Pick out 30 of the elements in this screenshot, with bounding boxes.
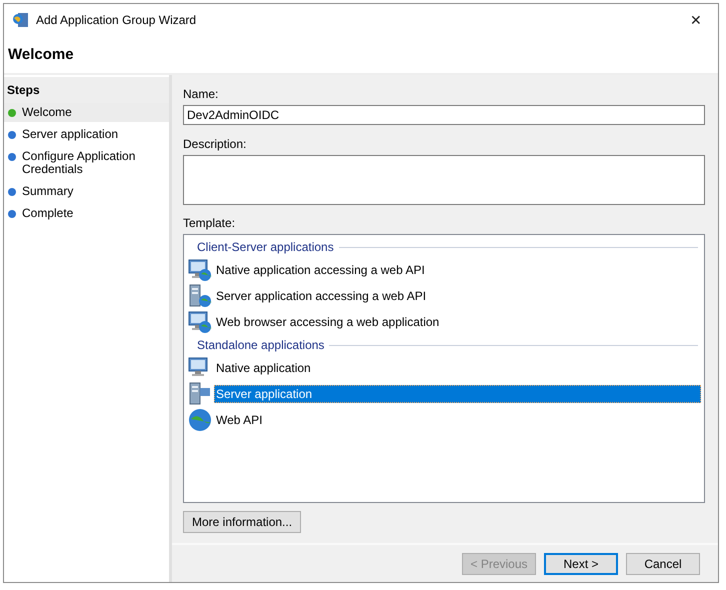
template-item[interactable]: Web browser accessing a web application [214, 313, 701, 331]
template-item[interactable]: Native application [214, 359, 701, 377]
name-field[interactable]: Dev2AdminOIDC [183, 105, 705, 125]
steps-header: Steps [4, 77, 169, 103]
step-item: Summary [4, 182, 169, 201]
wizard-button[interactable]: Cancel [626, 552, 700, 574]
field-label: Description: [183, 137, 248, 151]
group-header: Standalone applications [197, 338, 324, 352]
step-item: Welcome [4, 103, 169, 122]
step-item: Server application [4, 125, 169, 144]
app-icon [12, 10, 30, 28]
field-label: Template: [183, 216, 236, 230]
server-globe-icon [188, 284, 212, 308]
field-label: Name: [183, 87, 220, 101]
template-item[interactable]: Web API [214, 411, 701, 429]
monitor-globe-icon [188, 310, 212, 334]
template-item[interactable]: Server application [214, 385, 701, 403]
step-item: Configure Application Credentials [4, 147, 169, 179]
globe-icon [188, 408, 212, 432]
group-header: Client-Server applications [197, 240, 334, 254]
window-title: Add Application Group Wizard [36, 12, 198, 26]
wizard-button[interactable]: Next > [544, 552, 618, 574]
close-button[interactable]: ✕ [674, 4, 718, 34]
more-information-button[interactable]: More information... [183, 511, 302, 533]
step-item: Complete [4, 204, 169, 223]
template-item[interactable]: Server application accessing a web API [214, 287, 701, 305]
server-icon [188, 382, 212, 406]
template-item[interactable]: Native application accessing a web API [214, 261, 701, 279]
description-field[interactable] [183, 155, 705, 205]
monitor-globe-icon [188, 258, 212, 282]
